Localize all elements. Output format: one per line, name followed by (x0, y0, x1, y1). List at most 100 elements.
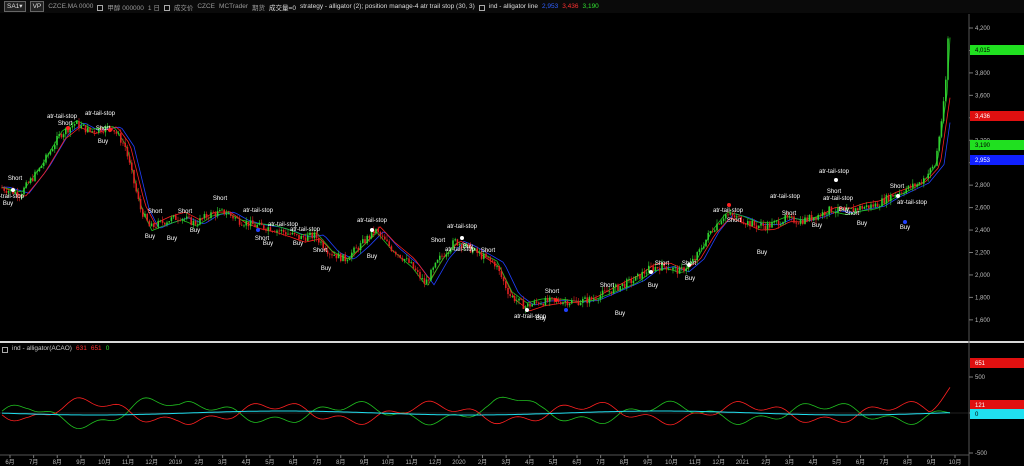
candle-body (342, 254, 344, 262)
candle-body (139, 199, 142, 210)
candle-body (632, 280, 635, 284)
candle-body (718, 223, 720, 225)
candle-body (863, 207, 866, 209)
candle-body (144, 213, 146, 217)
signal-label: Buy (648, 283, 658, 289)
candle-body (355, 247, 357, 249)
candle-body (188, 216, 190, 218)
candle-body (709, 231, 712, 233)
candle-body (265, 228, 267, 231)
time-axis-label: 7月 (596, 459, 605, 466)
candle-body (89, 127, 91, 132)
candle-body (883, 198, 885, 204)
candle-body (562, 302, 564, 304)
candle-body (498, 266, 500, 272)
candle-body (509, 294, 511, 297)
candle-body (623, 283, 626, 288)
time-axis-label: 8月 (53, 459, 62, 466)
time-axis-label: 8月 (620, 459, 629, 466)
candle-body (443, 256, 445, 257)
price-axis-label: 2,400 (975, 228, 991, 234)
candle-body (419, 271, 421, 279)
candle-body (903, 193, 905, 194)
candlesticks (1, 36, 949, 314)
signal-marker (687, 263, 691, 267)
candle-body (531, 304, 533, 307)
candle-body (747, 221, 749, 225)
candle-body (593, 298, 595, 300)
time-axis-label: 9月 (76, 459, 85, 466)
candle-body (685, 268, 687, 272)
price-axis-label: 2,800 (975, 183, 991, 189)
candle-body (705, 239, 707, 247)
candle-body (573, 300, 575, 302)
checkbox-icon[interactable] (2, 346, 8, 353)
time-axis-label: 2月 (478, 459, 487, 466)
candle-body (84, 125, 87, 133)
candle-body (421, 278, 423, 279)
candle-body (223, 209, 225, 215)
candle-body (247, 221, 250, 227)
price-tag-value: 4,015 (975, 48, 991, 54)
price-axis-label: 2,200 (975, 251, 991, 257)
candle-body (656, 267, 659, 269)
candle-body (441, 255, 443, 257)
signal-marker (903, 220, 907, 224)
signal-label: Short (827, 189, 842, 195)
signal-label: atr-tail-stop (819, 169, 850, 175)
indicator-axis-label: 500 (975, 375, 986, 381)
candle-body (60, 134, 63, 138)
candle-body (384, 236, 386, 240)
time-axis-label: 3月 (501, 459, 510, 466)
candle-body (615, 284, 617, 287)
candle-body (331, 254, 333, 256)
candle-body (542, 303, 544, 306)
signal-marker (108, 128, 112, 132)
candle-body (122, 142, 124, 144)
candle-body (5, 190, 8, 193)
candle-body (920, 182, 923, 184)
candle-body (764, 225, 767, 230)
candle-body (894, 195, 896, 197)
candle-body (916, 184, 918, 187)
price-tag-value: 2,953 (975, 158, 991, 164)
candle-body (683, 267, 685, 272)
candle-body (225, 214, 228, 215)
candle-body (166, 222, 168, 225)
candle-body (678, 267, 681, 274)
candle-body (619, 286, 621, 291)
time-axis-label: 12月 (145, 459, 158, 466)
candle-body (795, 222, 797, 224)
candle-body (925, 178, 927, 179)
candle-body (865, 205, 868, 208)
candle-body (606, 290, 608, 292)
candle-body (599, 295, 602, 300)
candle-body (150, 223, 153, 227)
candle-body (274, 231, 276, 233)
time-axis-label: 10月 (665, 459, 678, 466)
candle-body (414, 268, 417, 271)
candle-body (423, 278, 426, 284)
candle-body (56, 136, 58, 146)
price-chart[interactable]: atr-trail-stopShortBuyatr-tail-stopShort… (0, 0, 1024, 466)
candle-body (333, 255, 335, 257)
candle-body (722, 218, 725, 222)
signal-marker (649, 270, 653, 274)
candle-body (377, 229, 379, 233)
candle-body (49, 151, 52, 155)
candle-body (406, 258, 408, 260)
candle-body (379, 232, 382, 236)
candle-body (483, 253, 485, 259)
indicator-panel-value-2: 651 (90, 345, 102, 352)
candle-body (643, 271, 646, 274)
signal-label: atr-trail-stop (0, 194, 25, 200)
candle-body (212, 212, 214, 214)
candle-body (408, 258, 410, 263)
time-axis-label: 7月 (879, 459, 888, 466)
candle-body (51, 149, 54, 152)
candle-body (513, 295, 516, 302)
signal-marker (896, 194, 900, 198)
signal-label: atr-tail-stop (85, 111, 116, 117)
signal-label: Buy (900, 225, 910, 231)
signal-label: atr-tail-stop (823, 196, 854, 202)
